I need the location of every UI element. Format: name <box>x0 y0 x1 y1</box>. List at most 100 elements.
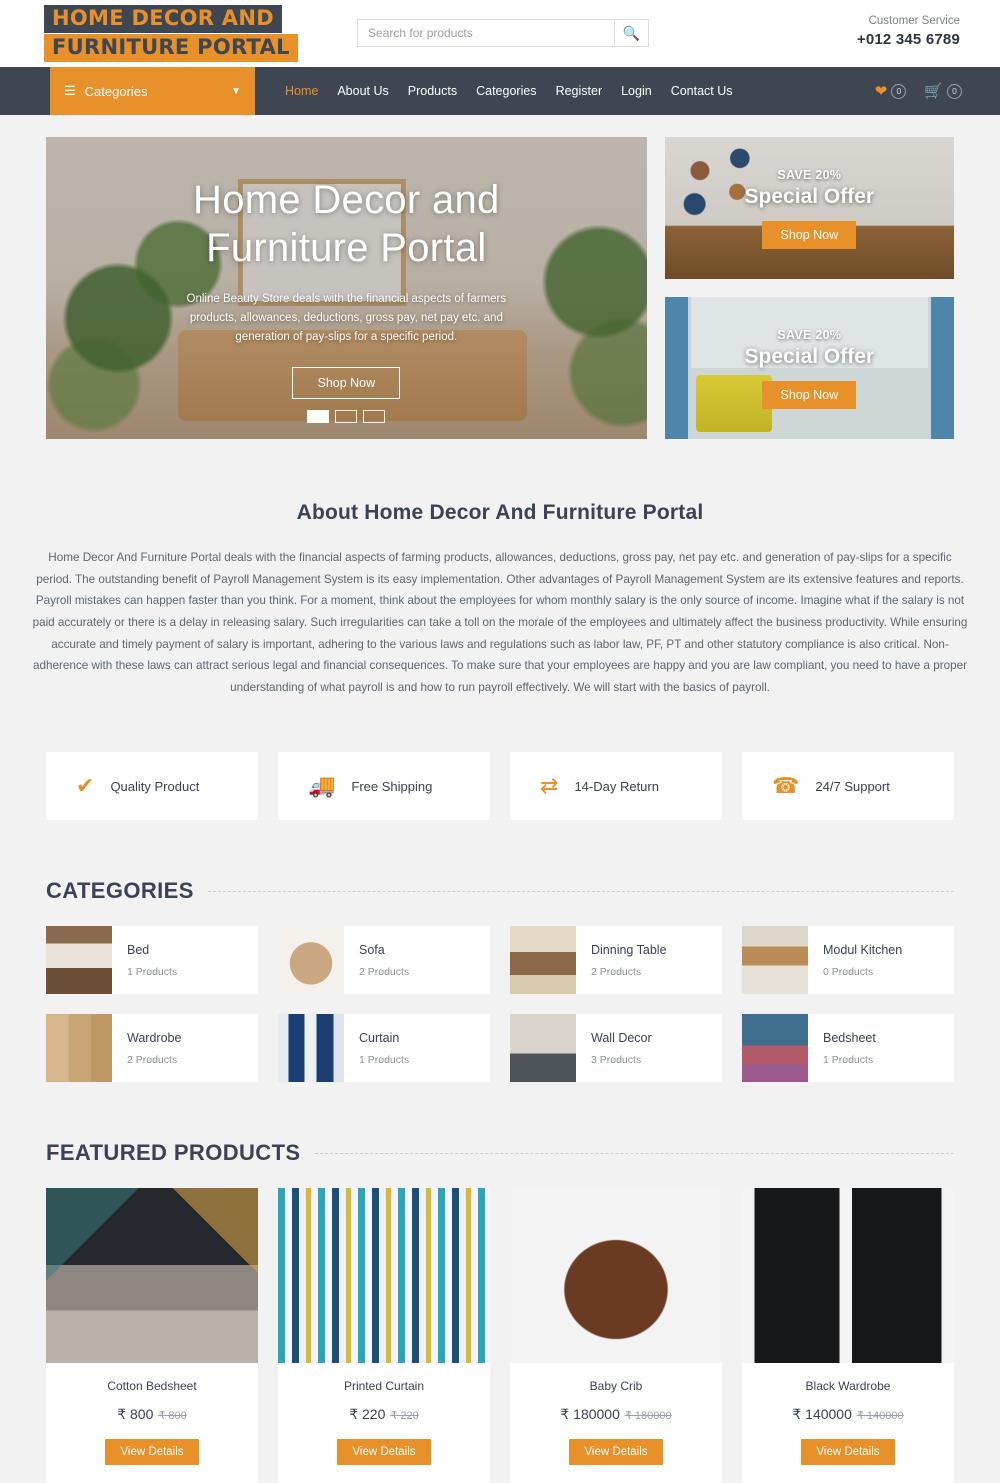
category-name: Bedsheet <box>823 1030 876 1045</box>
product-current-price: ₹ 140000 <box>792 1406 852 1423</box>
featured-products-grid: Cotton Bedsheet ₹ 800 ₹ 800 View Details … <box>0 1166 1000 1483</box>
category-meta: Curtain 1 Products <box>344 1031 409 1066</box>
nav-item-contact-us[interactable]: Contact Us <box>671 84 733 98</box>
promo-banners: SAVE 20% Special Offer Shop Now SAVE 20%… <box>664 137 954 439</box>
nav-item-products[interactable]: Products <box>408 84 457 98</box>
modul-kitchen-thumbnail <box>742 926 808 995</box>
category-card-wall-decor[interactable]: Wall Decor 3 Products <box>510 1014 722 1083</box>
promo-banner-2-content: SAVE 20% Special Offer Shop Now <box>665 297 954 439</box>
site-logo[interactable]: HOME DECOR AND FURNITURE PORTAL <box>44 5 298 62</box>
view-details-button[interactable]: View Details <box>337 1439 431 1466</box>
customer-service-phone[interactable]: +012 345 6789 <box>857 30 960 50</box>
product-current-price: ₹ 220 <box>349 1406 386 1423</box>
cart-count-badge: 0 <box>947 83 962 99</box>
service-card-free-shipping: 🚚 Free Shipping <box>278 752 490 821</box>
categories-dropdown-button[interactable]: ☰ Categories ▼ <box>50 67 255 115</box>
view-details-button[interactable]: View Details <box>105 1439 199 1466</box>
service-label-14-day-return: 14-Day Return <box>574 778 659 794</box>
site-header: HOME DECOR AND FURNITURE PORTAL 🔍 Custom… <box>0 0 1000 67</box>
cotton-bedsheet-image <box>46 1188 258 1364</box>
hero-shop-now-button[interactable]: Shop Now <box>292 366 401 399</box>
category-card-modul-kitchen[interactable]: Modul Kitchen 0 Products <box>742 926 954 995</box>
featured-products-heading: FEATURED PRODUCTS <box>46 1140 301 1166</box>
product-name: Black Wardrobe <box>805 1379 891 1394</box>
category-name: Wardrobe <box>127 1030 182 1045</box>
category-name: Modul Kitchen <box>823 942 903 957</box>
category-name: Curtain <box>359 1030 400 1045</box>
product-price: ₹ 800 ₹ 800 <box>46 1406 258 1423</box>
promo-banner-2-shop-now-button[interactable]: Shop Now <box>762 380 857 409</box>
category-card-curtain[interactable]: Curtain 1 Products <box>278 1014 490 1083</box>
featured-products-section: FEATURED PRODUCTS Cotton Bedsheet ₹ 800 ₹… <box>0 1082 1000 1483</box>
view-details-button[interactable]: View Details <box>569 1439 663 1466</box>
category-meta: Wardrobe 2 Products <box>112 1031 181 1066</box>
nav-icon-group: ❤ 0 🛒 0 <box>875 67 962 115</box>
category-count: 3 Products <box>591 1053 642 1066</box>
bedsheet-thumbnail <box>742 1014 808 1083</box>
product-card-printed-curtain[interactable]: Printed Curtain ₹ 220 ₹ 220 View Details <box>278 1188 490 1483</box>
category-name: Bed <box>127 942 150 957</box>
product-price: ₹ 220 ₹ 220 <box>278 1406 490 1423</box>
customer-service-label: Customer Service <box>868 15 960 27</box>
nav-item-categories[interactable]: Categories <box>476 84 536 98</box>
cart-icon: 🛒 <box>924 82 943 100</box>
service-card-14-day-return: ⇄ 14-Day Return <box>510 752 722 821</box>
hero-subtitle: Online Beauty Store deals with the finan… <box>186 292 507 343</box>
logo-line-1: HOME DECOR AND <box>44 5 282 33</box>
product-card-baby-crib[interactable]: Baby Crib ₹ 180000 ₹ 180000 View Details <box>510 1188 722 1483</box>
product-current-price: ₹ 180000 <box>560 1406 620 1423</box>
nav-item-register[interactable]: Register <box>556 84 603 98</box>
services-row: ✔ Quality Product 🚚 Free Shipping ⇄ 14-D… <box>0 698 1000 821</box>
product-card-black-wardrobe[interactable]: Black Wardrobe ₹ 140000 ₹ 140000 View Det… <box>742 1188 954 1483</box>
product-old-price: ₹ 180000 <box>624 1410 672 1423</box>
dinning-table-thumbnail <box>510 926 576 995</box>
hero-content: Home Decor and Furniture Portal Online B… <box>46 137 647 439</box>
service-label-24-7-support: 24/7 Support <box>815 778 890 794</box>
categories-heading: CATEGORIES <box>46 878 194 904</box>
category-count: 2 Products <box>127 1053 178 1066</box>
category-count: 2 Products <box>591 965 642 978</box>
promo-banner-2[interactable]: SAVE 20% Special Offer Shop Now <box>664 297 954 439</box>
nav-item-home[interactable]: Home <box>285 84 318 98</box>
carousel-dot-2[interactable] <box>335 410 358 423</box>
categories-section: CATEGORIES Bed 1 Products Sofa 2 Product… <box>0 820 1000 1083</box>
product-old-price: ₹ 140000 <box>856 1410 904 1423</box>
logo-line-2: FURNITURE PORTAL <box>44 34 298 62</box>
product-card-cotton-bedsheet[interactable]: Cotton Bedsheet ₹ 800 ₹ 800 View Details <box>46 1188 258 1483</box>
search-bar[interactable]: 🔍 <box>357 19 649 47</box>
category-count: 1 Products <box>359 1053 410 1066</box>
promo-banner-1[interactable]: SAVE 20% Special Offer Shop Now <box>664 137 954 279</box>
about-section: About Home Decor And Furniture Portal Ho… <box>0 439 1000 698</box>
hero-carousel[interactable]: Home Decor and Furniture Portal Online B… <box>46 137 647 439</box>
main-navigation: ☰ Categories ▼ Home About Us Products Ca… <box>0 67 1000 115</box>
category-card-wardrobe[interactable]: Wardrobe 2 Products <box>46 1014 258 1083</box>
nav-item-about-us[interactable]: About Us <box>337 84 388 98</box>
category-name: Wall Decor <box>591 1030 652 1045</box>
nav-links: Home About Us Products Categories Regist… <box>285 67 733 115</box>
category-card-bedsheet[interactable]: Bedsheet 1 Products <box>742 1014 954 1083</box>
nav-item-login[interactable]: Login <box>621 84 652 98</box>
carousel-dot-3[interactable] <box>363 410 386 423</box>
search-input[interactable] <box>358 20 614 46</box>
search-button[interactable]: 🔍 <box>614 20 648 46</box>
category-meta: Bedsheet 1 Products <box>808 1031 876 1066</box>
hero-title: Home Decor and Furniture Portal <box>193 178 500 270</box>
category-card-dinning-table[interactable]: Dinning Table 2 Products <box>510 926 722 995</box>
category-meta: Modul Kitchen 0 Products <box>808 943 902 978</box>
truck-icon: 🚚 <box>308 773 336 799</box>
category-card-sofa[interactable]: Sofa 2 Products <box>278 926 490 995</box>
promo-banner-1-shop-now-button[interactable]: Shop Now <box>762 220 857 249</box>
category-meta: Sofa 2 Products <box>344 943 409 978</box>
product-name: Printed Curtain <box>343 1379 425 1394</box>
carousel-dot-1[interactable] <box>307 410 330 423</box>
category-name: Dinning Table <box>591 942 667 957</box>
about-heading: About Home Decor And Furniture Portal <box>296 501 704 524</box>
wishlist-button[interactable]: ❤ 0 <box>875 83 907 99</box>
exchange-arrows-icon: ⇄ <box>540 773 559 799</box>
category-card-bed[interactable]: Bed 1 Products <box>46 926 258 995</box>
view-details-button[interactable]: View Details <box>801 1439 895 1466</box>
product-price: ₹ 180000 ₹ 180000 <box>510 1406 722 1423</box>
cart-button[interactable]: 🛒 0 <box>924 82 962 100</box>
product-old-price: ₹ 800 <box>158 1410 187 1423</box>
service-label-quality-product: Quality Product <box>110 778 200 794</box>
